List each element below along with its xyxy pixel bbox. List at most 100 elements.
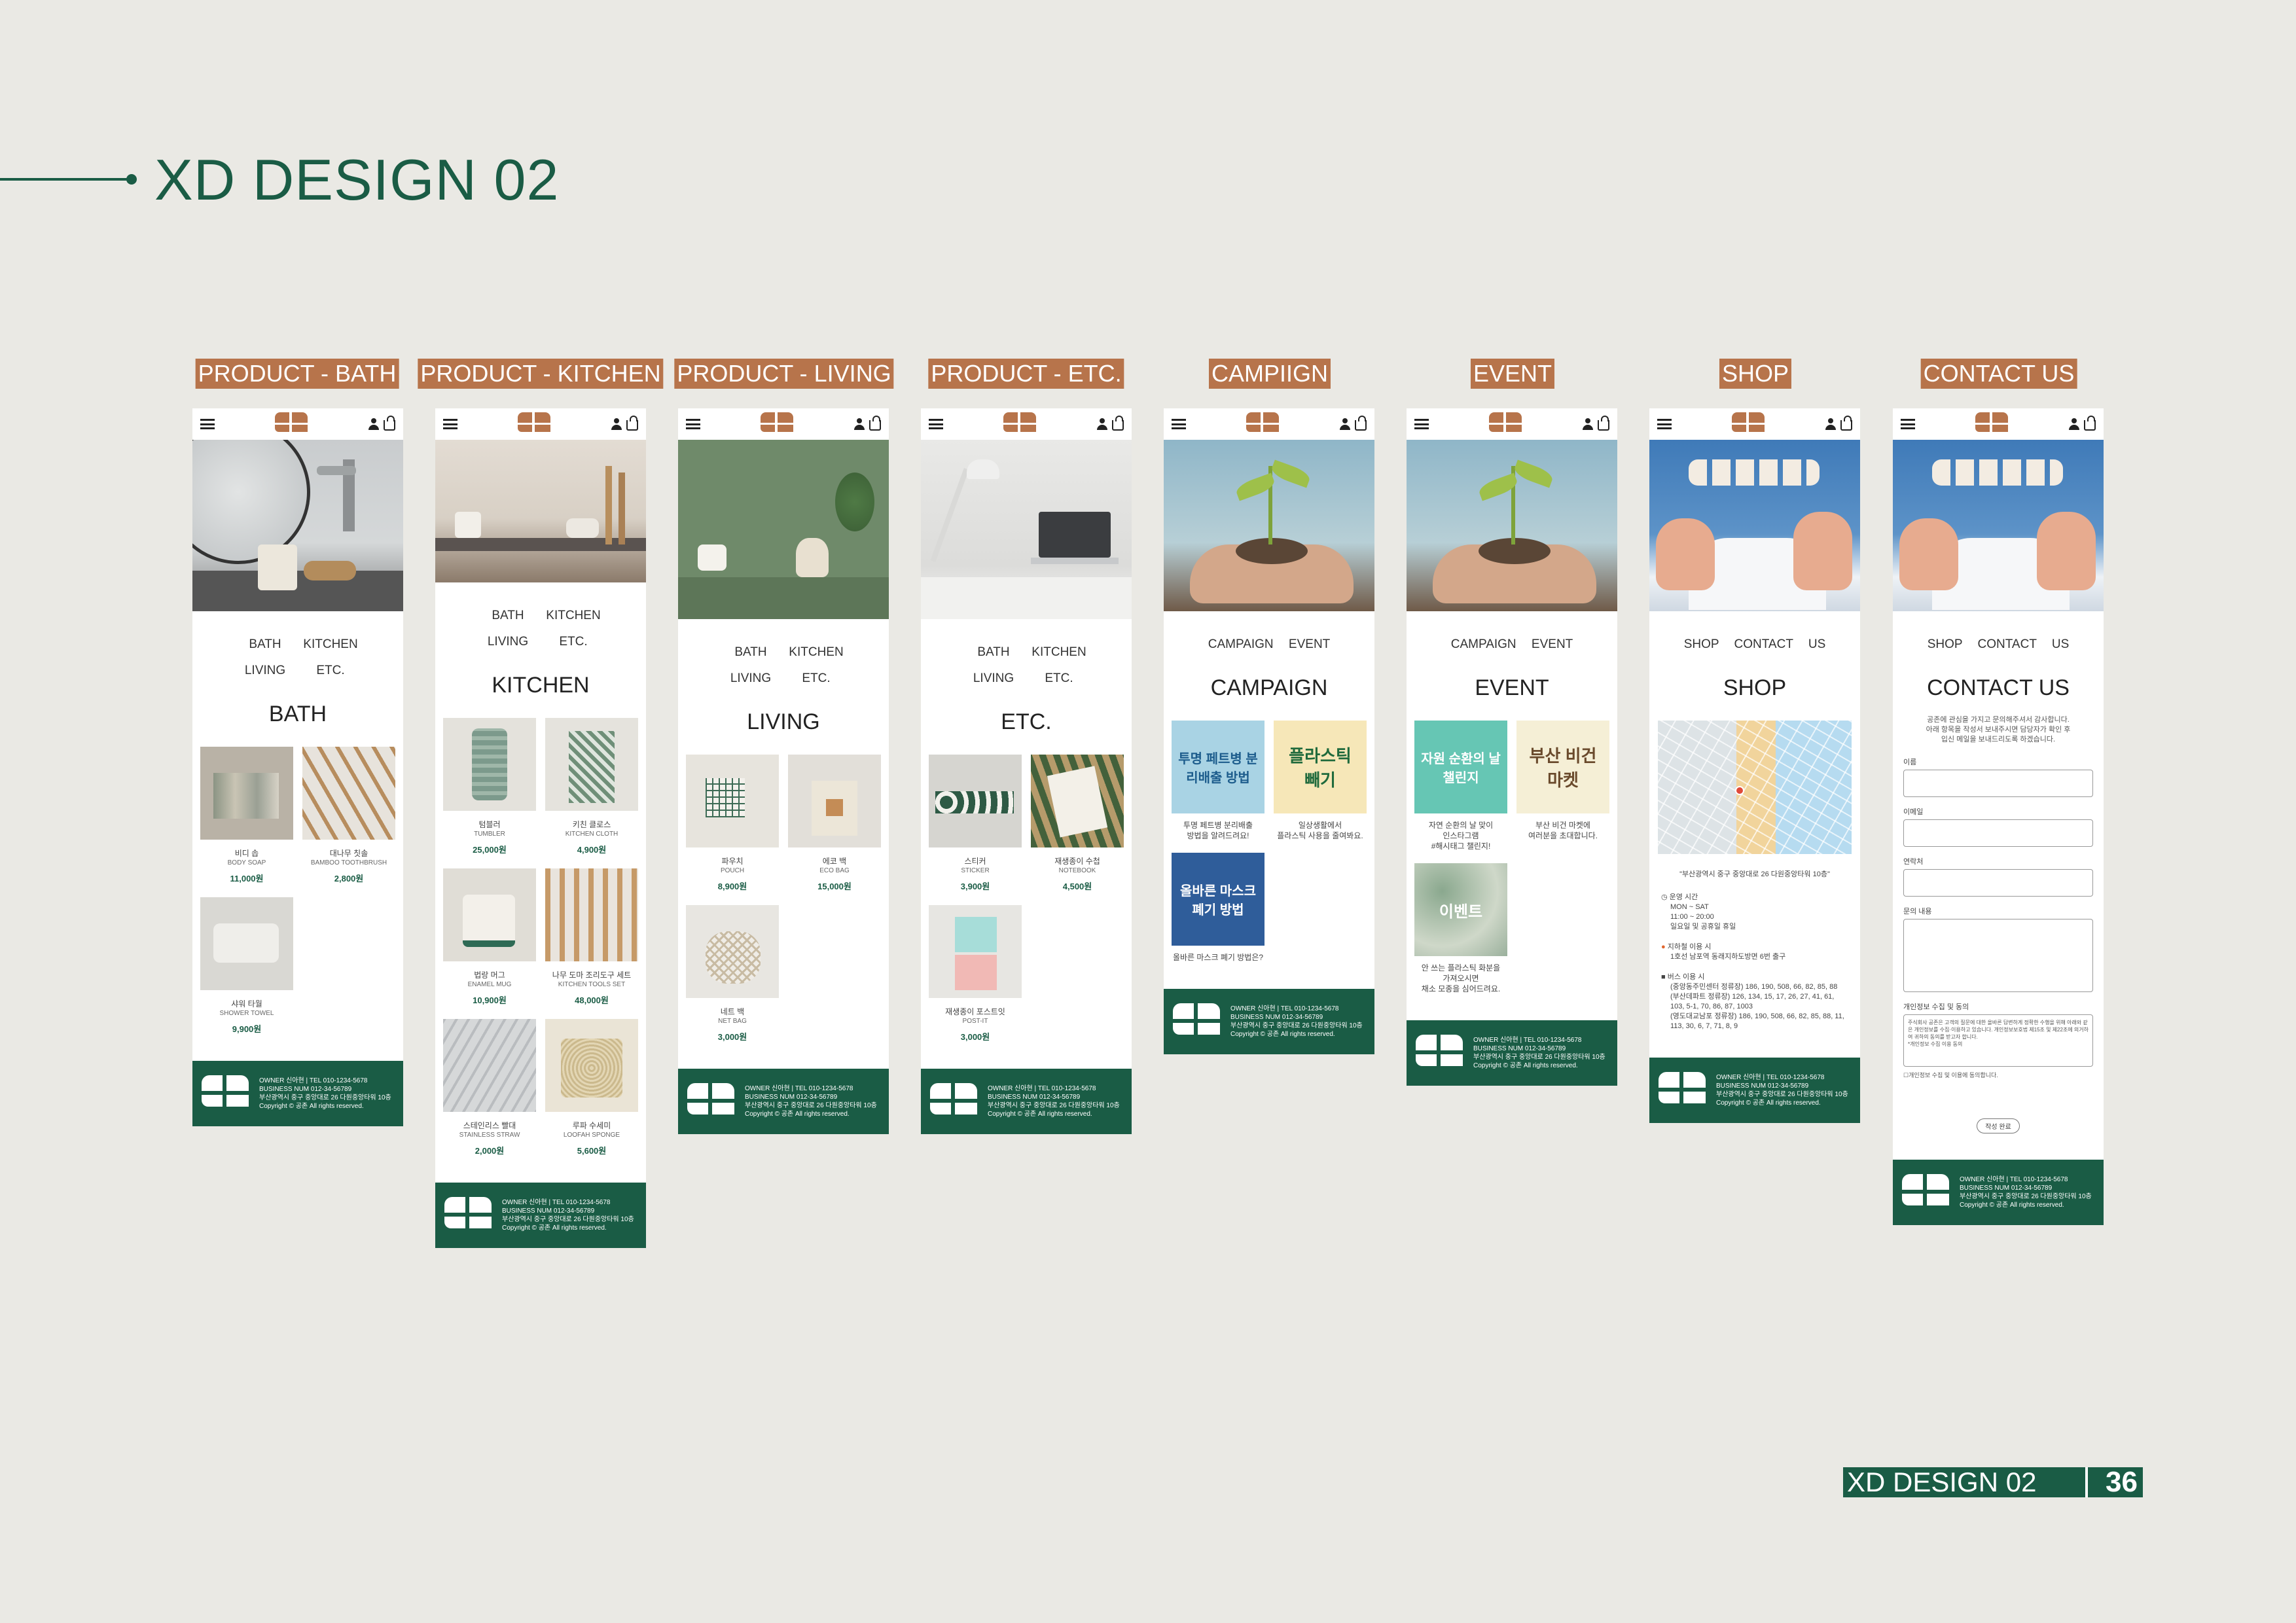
product-image	[545, 868, 638, 961]
bus-text: (중앙동주민센터 정류장) 186, 190, 508, 66, 82, 85,…	[1670, 983, 1844, 1030]
nav-etc[interactable]: ETC.	[1026, 671, 1092, 686]
logo-icon[interactable]	[761, 412, 793, 436]
product-card[interactable]: 텀블러 TUMBLER 25,000원	[443, 718, 536, 855]
logo-icon[interactable]	[1732, 412, 1765, 436]
nav-bath[interactable]: BATH	[475, 609, 541, 623]
footer-business: BUSINESS NUM 012-34-56789	[1960, 1185, 2053, 1192]
nav-bath[interactable]: BATH	[961, 645, 1026, 660]
footer-business: BUSINESS NUM 012-34-56789	[259, 1086, 352, 1093]
product-card[interactable]: 대나무 칫솔 BAMBOO TOOTHBRUSH 2,800원	[302, 747, 395, 884]
nav-bath[interactable]: BATH	[718, 645, 783, 660]
checkbox-icon[interactable]: ☐	[1903, 1072, 1909, 1079]
nav-kitchen[interactable]: KITCHEN	[1026, 645, 1092, 660]
product-card[interactable]: 법랑 머그 ENAMEL MUG 10,900원	[443, 868, 536, 1006]
nav-bath[interactable]: BATH	[232, 637, 298, 652]
cart-icon[interactable]	[869, 415, 881, 431]
footer-address: 부산광역시 중구 중앙대로 26 다원중앙타워 10층	[745, 1102, 877, 1109]
nav-living[interactable]: LIVING	[718, 671, 783, 686]
map-view[interactable]	[1658, 721, 1852, 854]
nav-etc[interactable]: ETC.	[783, 671, 849, 686]
cart-icon[interactable]	[1598, 415, 1609, 431]
cart-icon[interactable]	[2084, 415, 2096, 431]
footer: OWNER 신아현 | TEL 010-1234-5678 BUSINESS NU…	[1407, 1020, 1617, 1086]
product-card[interactable]: 스테인리스 빨대 STAINLESS STRAW 2,000원	[443, 1019, 536, 1156]
campaign-card[interactable]: 플라스틱 빼기 일상생활에서 플라스틱 사용을 줄여봐요.	[1274, 721, 1367, 841]
name-field[interactable]	[1903, 770, 2093, 797]
product-card[interactable]: 나무 도마 조리도구 세트 KITCHEN TOOLS SET 48,000원	[545, 868, 638, 1006]
sub-nav[interactable]: CAMPAIGN EVENT	[1407, 637, 1617, 652]
menu-icon[interactable]	[929, 419, 943, 429]
nav-kitchen[interactable]: KITCHEN	[783, 645, 849, 660]
hero-image	[192, 440, 403, 611]
product-card[interactable]: 샤워 타월 SHOWER TOWEL 9,900원	[200, 897, 293, 1035]
product-card[interactable]: 재생종이 수첩 NOTEBOOK 4,500원	[1031, 755, 1124, 892]
menu-icon[interactable]	[1657, 419, 1672, 429]
product-image	[788, 755, 881, 847]
product-card[interactable]: 네트 백 NET BAG 3,000원	[686, 905, 779, 1043]
event-card[interactable]: 자원 순환의 날 챌린지 자연 순환의 날 맞이 인스타그램 #해시태그 챌린지…	[1414, 721, 1507, 851]
user-icon[interactable]	[1096, 418, 1108, 430]
product-name: 텀블러	[478, 820, 501, 829]
email-field[interactable]	[1903, 819, 2093, 847]
nav-living[interactable]: LIVING	[475, 635, 541, 649]
nav-kitchen[interactable]: KITCHEN	[541, 609, 606, 623]
phone-living: BATH KITCHEN LIVING ETC. LIVING 파우치 POUC…	[678, 408, 889, 1134]
product-name-en: STAINLESS STRAW	[459, 1132, 520, 1139]
nav-etc[interactable]: ETC.	[541, 635, 606, 649]
sub-nav[interactable]: SHOP CONTACT US	[1893, 637, 2104, 652]
bus-label-text: 버스 이용 시	[1667, 973, 1705, 981]
campaign-card[interactable]: 투명 페트병 분리배출 방법 투명 페트병 분리배출 방법을 알려드려요!	[1172, 721, 1265, 841]
cart-icon[interactable]	[1355, 415, 1367, 431]
nav-kitchen[interactable]: KITCHEN	[298, 637, 363, 652]
cart-icon[interactable]	[384, 415, 395, 431]
user-icon[interactable]	[853, 418, 865, 430]
menu-icon[interactable]	[1172, 419, 1186, 429]
nav-etc[interactable]: ETC.	[298, 664, 363, 678]
agree-row[interactable]: ☐개인정보 수집 및 이용에 동의합니다.	[1903, 1071, 2093, 1079]
top-bar	[1164, 408, 1374, 440]
user-icon[interactable]	[2068, 418, 2080, 430]
campaign-card[interactable]: 올바른 마스크 폐기 방법 올바른 마스크 폐기 방법은?	[1172, 853, 1265, 963]
event-card[interactable]: 부산 비건 마켓 부산 비건 마켓에 여러분을 초대합니다.	[1516, 721, 1609, 851]
logo-icon[interactable]	[275, 412, 308, 436]
product-card[interactable]: 재생종이 포스트잇 POST-IT 3,000원	[929, 905, 1022, 1043]
logo-icon[interactable]	[1975, 412, 2008, 436]
product-card[interactable]: 루파 수세미 LOOFAH SPONGE 5,600원	[545, 1019, 638, 1156]
nav-living[interactable]: LIVING	[232, 664, 298, 678]
user-icon[interactable]	[1582, 418, 1594, 430]
footer-owner: OWNER 신아현 | TEL 010-1234-5678	[1960, 1176, 2068, 1183]
product-card[interactable]: 비디 솝 BODY SOAP 11,000원	[200, 747, 293, 884]
menu-icon[interactable]	[686, 419, 700, 429]
product-card[interactable]: 에코 백 ECO BAG 15,000원	[788, 755, 881, 892]
logo-icon[interactable]	[1489, 412, 1522, 436]
nav-living[interactable]: LIVING	[961, 671, 1026, 686]
category-nav: BATH KITCHEN LIVING ETC.	[232, 637, 363, 678]
phone-field[interactable]	[1903, 869, 2093, 897]
product-card[interactable]: 스티커 STICKER 3,900원	[929, 755, 1022, 892]
menu-icon[interactable]	[1901, 419, 1915, 429]
product-card[interactable]: 파우치 POUCH 8,900원	[686, 755, 779, 892]
product-name: 루파 수세미	[572, 1121, 611, 1130]
menu-icon[interactable]	[200, 419, 215, 429]
user-icon[interactable]	[1339, 418, 1351, 430]
menu-icon[interactable]	[1414, 419, 1429, 429]
product-card[interactable]: 키친 클로스 KITCHEN CLOTH 4,900원	[545, 718, 638, 855]
message-field[interactable]	[1903, 919, 2093, 992]
logo-icon[interactable]	[1246, 412, 1279, 436]
cart-icon[interactable]	[1840, 415, 1852, 431]
logo-icon[interactable]	[1003, 412, 1036, 436]
user-icon[interactable]	[611, 418, 622, 430]
sub-nav[interactable]: CAMPAIGN EVENT	[1164, 637, 1374, 652]
cart-icon[interactable]	[1112, 415, 1124, 431]
event-card[interactable]: 이벤트 안 쓰는 플라스틱 화분을 가져오시면 채소 모종을 심어드려요.	[1414, 863, 1507, 994]
menu-icon[interactable]	[443, 419, 457, 429]
cart-icon[interactable]	[626, 415, 638, 431]
logo-icon[interactable]	[518, 412, 550, 436]
sub-nav[interactable]: SHOP CONTACT US	[1649, 637, 1860, 652]
submit-button[interactable]: 작성 완료	[1977, 1118, 2020, 1133]
footer-business: BUSINESS NUM 012-34-56789	[745, 1094, 838, 1101]
product-name-en: TUMBLER	[474, 830, 505, 838]
user-icon[interactable]	[1825, 418, 1837, 430]
footer-address: 부산광역시 중구 중앙대로 26 다원중앙타워 10층	[1473, 1054, 1605, 1061]
user-icon[interactable]	[368, 418, 380, 430]
